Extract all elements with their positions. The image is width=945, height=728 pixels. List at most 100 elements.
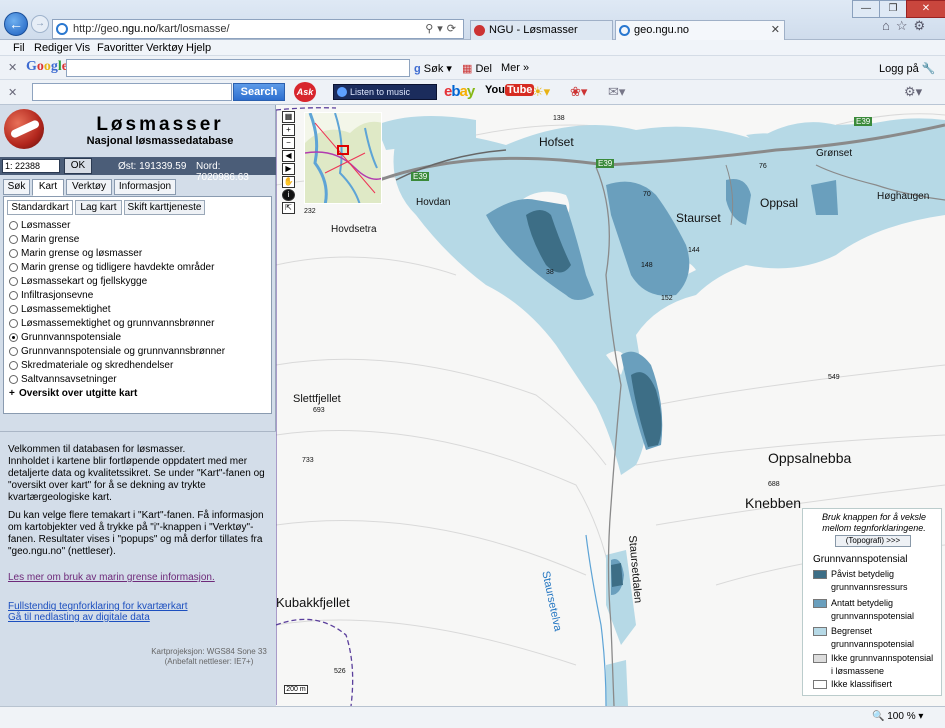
radio-button[interactable] [9, 333, 18, 342]
legend-note: Bruk knappen for å veksle mellom tegnfor… [821, 512, 927, 533]
close-tab-icon[interactable]: ✕ [771, 23, 780, 36]
layer-option[interactable]: Løsmassemektighet og grunnvannsbrønner [9, 317, 225, 331]
layer-label: Løsmassemektighet og grunnvannsbrønner [21, 318, 215, 329]
tab-verktoy[interactable]: Verktøy [66, 179, 112, 195]
ask-search-input[interactable] [32, 83, 232, 101]
radio-button[interactable] [9, 291, 18, 300]
place-label: Høghaugen [877, 191, 930, 202]
layer-option[interactable]: Infiltrasjonsevne [9, 289, 225, 303]
menu-fil[interactable]: Fil [13, 42, 25, 54]
subtab-lag-kart[interactable]: Lag kart [75, 200, 122, 215]
ngu-logo [4, 109, 44, 149]
info-icon[interactable]: i [282, 189, 295, 201]
close-window-button[interactable]: ✕ [906, 0, 945, 18]
ask-logo[interactable]: Ask [294, 82, 316, 102]
tab-ngu-losmasser[interactable]: NGU - Løsmasser [470, 20, 613, 40]
layer-option[interactable]: Løsmassemektighet [9, 303, 225, 317]
zoom-level[interactable]: 🔍 100 % ▾ [872, 711, 923, 722]
google-more-button[interactable]: Mer » [501, 62, 529, 74]
subtab-skift-karttjeneste[interactable]: Skift karttjeneste [124, 200, 205, 215]
radio-button[interactable] [9, 375, 18, 384]
legend-link[interactable]: Fullstendig tegnforklaring for kvartærka… [8, 601, 188, 612]
map-canvas[interactable]: Hofset Staurset Oppsal Grønset Høghaugen… [276, 105, 945, 706]
close-ask-toolbar-icon[interactable]: ✕ [8, 86, 17, 99]
layer-label: Løsmassekart og fjellskygge [21, 276, 148, 287]
minimize-button[interactable]: — [852, 0, 880, 18]
topografi-toggle-button[interactable]: (Topografi) >>> [835, 535, 911, 547]
layer-option[interactable]: Saltvannsavsetninger [9, 373, 225, 387]
radio-button[interactable] [9, 319, 18, 328]
tab-informasjon[interactable]: Informasjon [114, 179, 176, 195]
radio-button[interactable] [9, 249, 18, 258]
previous-extent-icon[interactable]: ◀ [282, 150, 295, 162]
scale-input[interactable]: 1: 22388 [2, 159, 60, 173]
radio-button[interactable] [9, 305, 18, 314]
home-star-gear-icons[interactable]: ⌂☆⚙ [882, 18, 931, 34]
overview-toggle-icon[interactable]: ⇱ [282, 202, 295, 214]
layer-option[interactable]: Skredmateriale og skredhendelser [9, 359, 225, 373]
radio-button[interactable] [9, 235, 18, 244]
menu-rediger[interactable]: Rediger [34, 42, 73, 54]
layer-label: Saltvannsavsetninger [21, 374, 117, 385]
radio-button[interactable] [9, 221, 18, 230]
login-link[interactable]: Logg på 🔧 [879, 62, 936, 75]
radio-button[interactable] [9, 277, 18, 286]
overview-map[interactable] [304, 112, 382, 204]
ok-button[interactable]: OK [64, 158, 92, 174]
overview-map-graphics [305, 113, 381, 203]
youtube-link[interactable]: You Tube [485, 84, 535, 96]
expand-icon[interactable]: + [9, 387, 15, 400]
layer-option[interactable]: Løsmassekart og fjellskygge [9, 275, 225, 289]
download-link[interactable]: Gå til nedlasting av digitale data [8, 612, 150, 623]
address-bar[interactable]: http://geo.ngu.no/kart/losmasse/ ⚲▾⟳ [52, 19, 464, 39]
close-toolbar-icon[interactable]: ✕ [8, 61, 17, 74]
menu-verktoy[interactable]: Verktøy [146, 42, 183, 54]
overview-maps-toggle[interactable]: + Oversikt over utgitte kart [9, 387, 225, 401]
pan-hand-icon[interactable]: ✋ [282, 176, 295, 188]
layer-option[interactable]: Marin grense og tidligere havdekte områd… [9, 261, 225, 275]
mail-icon[interactable]: ✉▾ [608, 84, 625, 100]
projection-text: Kartprojeksjon: WGS84 Sone 33 [151, 647, 267, 656]
menu-hjelp[interactable]: Hjelp [186, 42, 211, 54]
layer-option[interactable]: Marin grense og løsmasser [9, 247, 225, 261]
radio-button[interactable] [9, 347, 18, 356]
layer-option[interactable]: Løsmasser [9, 219, 225, 233]
layer-option[interactable]: Grunnvannspotensiale [9, 331, 225, 345]
menu-favoritter[interactable]: Favoritter [97, 42, 143, 54]
maximize-button[interactable]: ❐ [879, 0, 907, 18]
layer-option[interactable]: Marin grense [9, 233, 225, 247]
tab-geo-ngu[interactable]: geo.ngu.no ✕ [615, 20, 785, 40]
marin-grense-link[interactable]: Les mer om bruk av marin grense informas… [8, 572, 215, 583]
menu-vis[interactable]: Vis [75, 42, 90, 54]
place-label: Hofset [539, 135, 574, 149]
layer-label: Infiltrasjonsevne [21, 290, 94, 301]
forward-button[interactable]: → [31, 15, 49, 33]
zoom-extent-icon[interactable]: ▦ [282, 111, 295, 123]
radio-button[interactable] [9, 361, 18, 370]
projection-info: Kartprojeksjon: WGS84 Sone 33 (Anbefalt … [150, 647, 268, 667]
ladybug-icon[interactable]: ❀▾ [570, 84, 587, 100]
legend-item-line1: Ikke grunnvannspotensial [831, 653, 934, 663]
radio-button[interactable] [9, 263, 18, 272]
layer-option[interactable]: Grunnvannspotensiale og grunnvannsbrønne… [9, 345, 225, 359]
legend-item: Ikke klassifisert [813, 678, 941, 691]
back-button[interactable]: ← [4, 12, 28, 36]
welcome-paragraph-2: Du kan velge flere temakart i "Kart"-fan… [8, 510, 264, 557]
app-title: Løsmasser [96, 114, 224, 135]
listen-to-music-button[interactable]: Listen to music [333, 84, 437, 100]
zoom-in-icon[interactable]: + [282, 124, 295, 136]
google-search-input[interactable] [66, 59, 410, 77]
google-search-button[interactable]: g Søk ▾ [414, 62, 452, 75]
next-extent-icon[interactable]: ▶ [282, 163, 295, 175]
tab-sok[interactable]: Søk [3, 179, 30, 195]
subtab-standardkart[interactable]: Standardkart [7, 200, 73, 215]
settings-gear-icon[interactable]: ⚙▾ [904, 84, 922, 100]
ask-search-button[interactable]: Search [233, 83, 285, 101]
tab-kart[interactable]: Kart [32, 179, 64, 196]
zoom-out-icon[interactable]: − [282, 137, 295, 149]
address-tools-icon[interactable]: ⚲▾⟳ [425, 22, 460, 35]
layer-label: Marin grense og løsmasser [21, 248, 143, 259]
weather-icon[interactable]: ☀▾ [532, 84, 550, 100]
google-share-button[interactable]: ▦ Del [462, 62, 492, 75]
ebay-link[interactable]: ebay [444, 83, 475, 100]
